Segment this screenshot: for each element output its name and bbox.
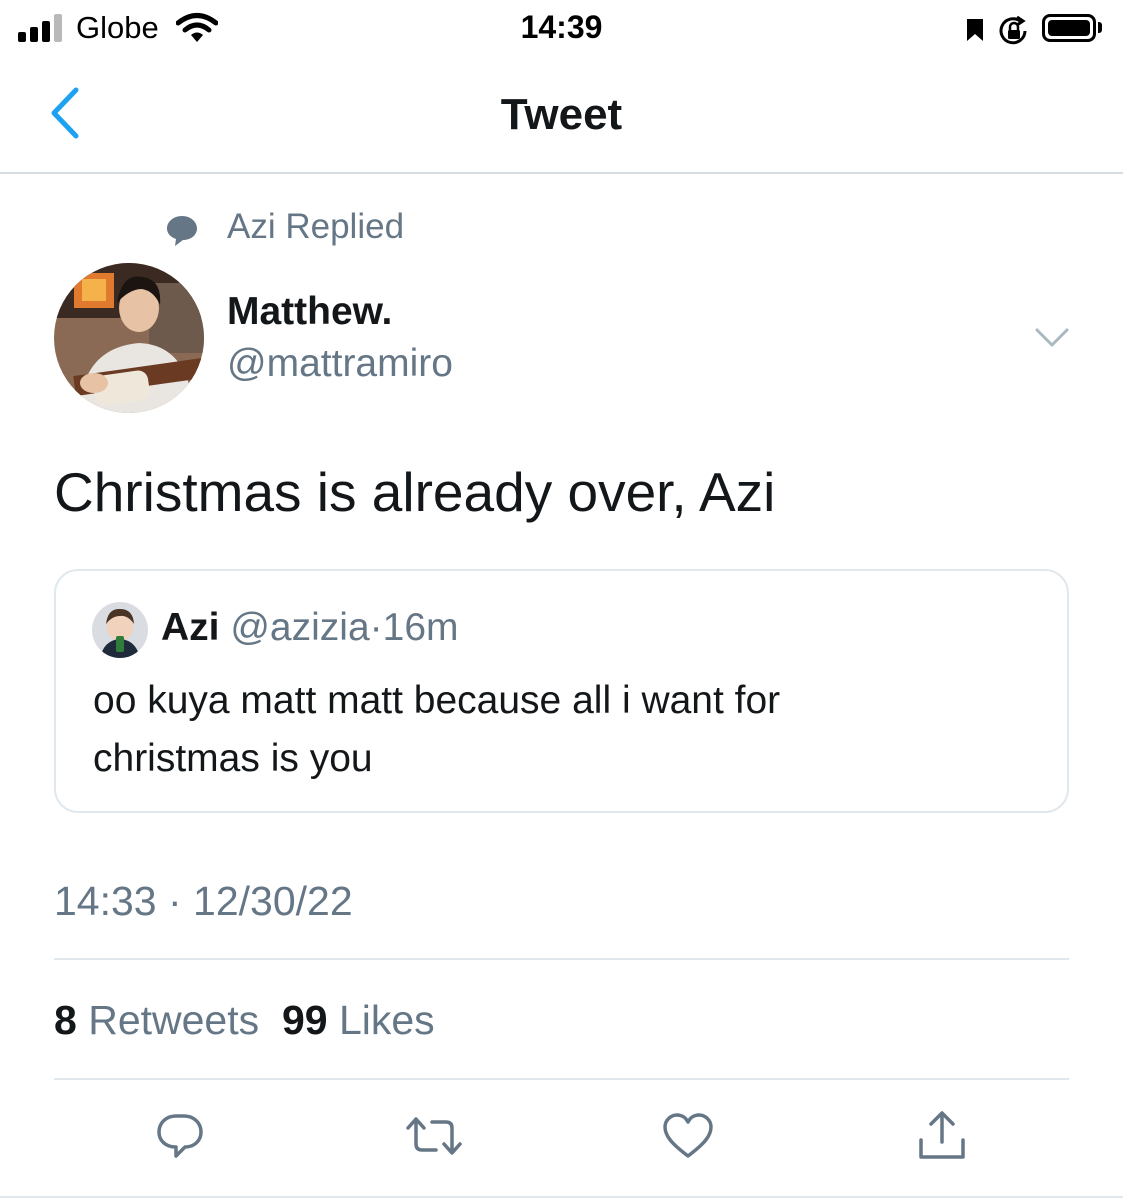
social-context-label: Azi Replied	[227, 207, 405, 246]
like-button[interactable]	[658, 1108, 718, 1168]
author-display-name[interactable]: Matthew.	[227, 290, 392, 334]
author-handle[interactable]: @mattramiro	[227, 342, 453, 386]
likes-count: 99	[281, 997, 328, 1043]
divider	[54, 1078, 1069, 1080]
quoted-separator: ·	[369, 606, 383, 649]
divider	[0, 1196, 1123, 1198]
page-title: Tweet	[500, 90, 623, 139]
tweet-text: Christmas is already over, Azi	[54, 461, 776, 523]
reply-icon	[154, 1110, 206, 1167]
retweet-button[interactable]	[404, 1108, 464, 1168]
quoted-tweet-header: Azi @azizia·16m	[161, 606, 459, 650]
share-button[interactable]	[912, 1108, 972, 1168]
quoted-tweet-age: 16m	[382, 606, 459, 649]
orientation-lock-icon	[998, 15, 1030, 51]
divider	[54, 958, 1069, 960]
share-icon	[916, 1110, 968, 1167]
quoted-tweet-text: oo kuya matt matt because all i want for…	[93, 679, 781, 780]
heart-icon	[662, 1112, 714, 1165]
chevron-down-icon[interactable]	[1034, 326, 1070, 355]
likes-stat[interactable]: 99 Likes	[282, 997, 435, 1043]
speech-bubble-icon	[165, 214, 199, 253]
bookmark-icon	[966, 18, 984, 47]
retweets-count: 8	[54, 997, 77, 1043]
retweets-label: Retweets	[88, 997, 260, 1043]
battery-tip	[1098, 22, 1102, 33]
retweet-icon	[404, 1114, 464, 1163]
likes-label: Likes	[338, 997, 435, 1043]
reply-button[interactable]	[150, 1108, 210, 1168]
status-bar-time: 14:39	[520, 9, 603, 45]
retweets-stat[interactable]: 8 Retweets	[54, 997, 259, 1043]
tweet-stats: 8 Retweets 99 Likes	[54, 997, 435, 1044]
nav-divider	[0, 172, 1123, 174]
quoted-author-handle[interactable]: @azizia	[230, 606, 369, 649]
quoted-author-avatar[interactable]	[92, 602, 148, 658]
quoted-author-name[interactable]: Azi	[161, 606, 220, 649]
tweet-timestamp: 14:33 · 12/30/22	[54, 878, 353, 924]
author-avatar[interactable]	[54, 263, 204, 413]
battery-icon	[1042, 14, 1096, 42]
